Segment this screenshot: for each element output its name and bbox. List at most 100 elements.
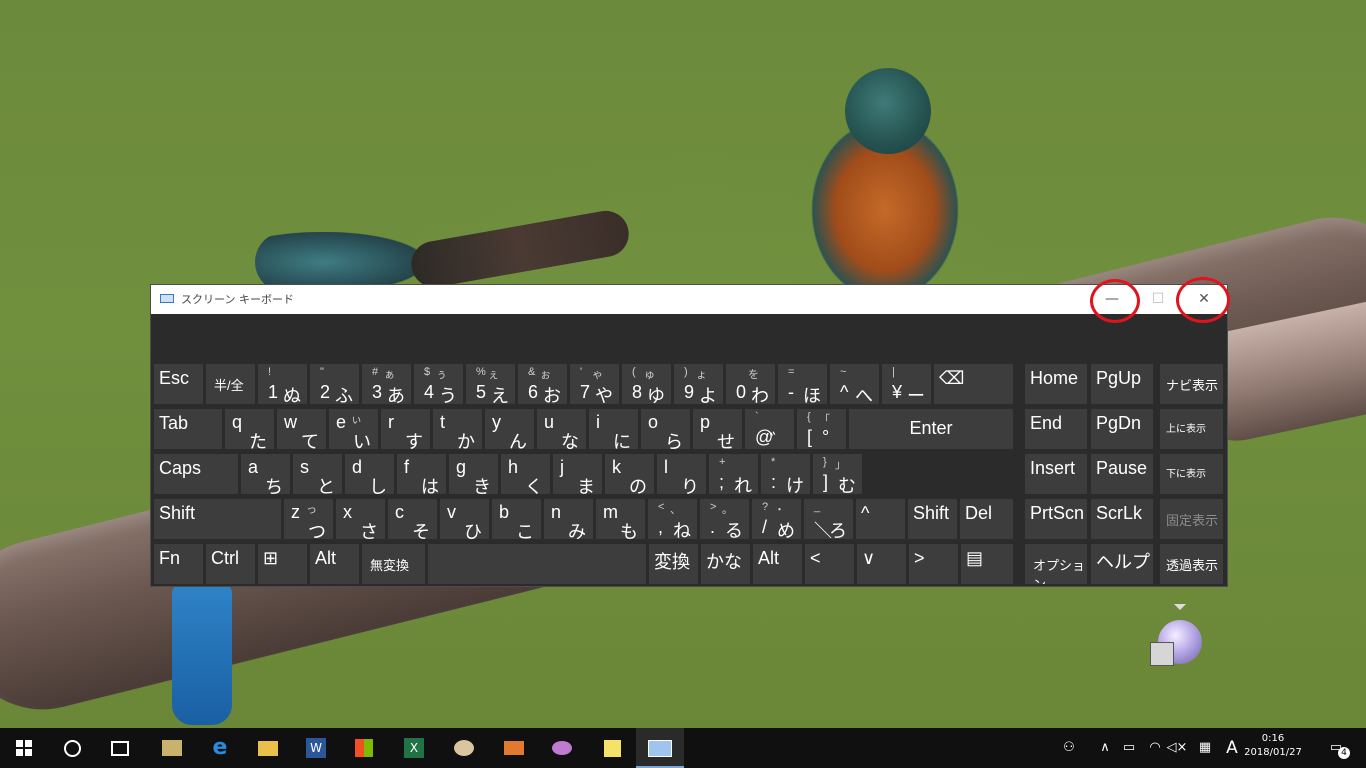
key-r5-6[interactable]: 変換 xyxy=(649,544,698,584)
key-pgup[interactable]: PgUp xyxy=(1091,364,1153,404)
key-r5-7[interactable]: かな xyxy=(701,544,750,584)
key-r2-13[interactable]: Enter xyxy=(849,409,1013,449)
volume-button[interactable]: ◁× xyxy=(1166,728,1188,768)
key-fix-display[interactable]: 固定表示 xyxy=(1160,499,1223,539)
key-r4-5[interactable]: bこ xyxy=(492,499,541,539)
taskbar-app-store[interactable] xyxy=(340,728,388,768)
key-r2-6[interactable]: yん xyxy=(485,409,534,449)
key-r3-10[interactable]: +; れ xyxy=(709,454,758,494)
key-down-display[interactable]: 下に表示 xyxy=(1160,454,1223,494)
key-r1-13[interactable]: ~ ^ へ xyxy=(830,364,879,404)
key-r5-3[interactable]: Alt xyxy=(310,544,359,584)
key-r1-0[interactable]: Esc xyxy=(154,364,203,404)
key-insert[interactable]: Insert xyxy=(1025,454,1087,494)
show-hidden-icons-button[interactable]: ∧ xyxy=(1096,728,1114,768)
key-r4-9[interactable]: > 。. る xyxy=(700,499,749,539)
start-button[interactable] xyxy=(0,728,48,768)
people-button[interactable]: ⚇ xyxy=(1058,728,1080,768)
key-r4-12[interactable]: ^ xyxy=(856,499,905,539)
key-r1-12[interactable]: = - ほ xyxy=(778,364,827,404)
key-r1-3[interactable]: " 2 ふ xyxy=(310,364,359,404)
key-r3-11[interactable]: *: け xyxy=(761,454,810,494)
taskbar-app-excel[interactable]: X xyxy=(390,728,438,768)
key-r2-10[interactable]: pせ xyxy=(693,409,742,449)
key-scrlk[interactable]: ScrLk xyxy=(1091,499,1153,539)
key-r3-12[interactable]: } 」] む xyxy=(813,454,862,494)
key-nav-display[interactable]: ナビ表示 xyxy=(1160,364,1223,404)
key-r4-13[interactable]: Shift xyxy=(908,499,957,539)
network-button[interactable]: ◠ xyxy=(1144,728,1166,768)
cortana-button[interactable] xyxy=(48,728,96,768)
key-up-display[interactable]: 上に表示 xyxy=(1160,409,1223,449)
key-prtscn[interactable]: PrtScn xyxy=(1025,499,1087,539)
key-r4-6[interactable]: nみ xyxy=(544,499,593,539)
clock[interactable]: 0:16 2018/01/27 xyxy=(1238,732,1308,760)
key-r1-8[interactable]: ' ゃ 7 や xyxy=(570,364,619,404)
key-r4-10[interactable]: ? ・ / め xyxy=(752,499,801,539)
key-pause[interactable]: Pause xyxy=(1091,454,1153,494)
key-r2-4[interactable]: rす xyxy=(381,409,430,449)
key-r1-9[interactable]: (ゅ 8 ゆ xyxy=(622,364,671,404)
key-options[interactable]: オプション xyxy=(1025,544,1087,584)
key-r1-11[interactable]: を0わ xyxy=(726,364,775,404)
floating-widget[interactable] xyxy=(1150,604,1206,668)
taskbar-app-explorer-photos[interactable] xyxy=(148,728,196,768)
key-r1-14[interactable]: | ¥ ー xyxy=(882,364,931,404)
key-r3-2[interactable]: sと xyxy=(293,454,342,494)
key-r1-6[interactable]: % ぇ 5 え xyxy=(466,364,515,404)
key-r3-9[interactable]: lり xyxy=(657,454,706,494)
key-transparent-display[interactable]: 透過表示 xyxy=(1160,544,1223,584)
key-r5-9[interactable]: < xyxy=(805,544,854,584)
maximize-button[interactable]: ☐ xyxy=(1135,285,1181,314)
key-r2-0[interactable]: Tab xyxy=(154,409,222,449)
key-r4-14[interactable]: Del xyxy=(960,499,1013,539)
key-r3-8[interactable]: kの xyxy=(605,454,654,494)
key-r3-7[interactable]: jま xyxy=(553,454,602,494)
key-home[interactable]: Home xyxy=(1025,364,1087,404)
key-r2-12[interactable]: {「 [° xyxy=(797,409,846,449)
key-r5-0[interactable]: Fn xyxy=(154,544,203,584)
key-pgdn[interactable]: PgDn xyxy=(1091,409,1153,449)
key-end[interactable]: End xyxy=(1025,409,1087,449)
taskbar-app-toolbox[interactable] xyxy=(490,728,538,768)
key-r1-10[interactable]: ) ょ 9 よ xyxy=(674,364,723,404)
key-r5-11[interactable]: > xyxy=(909,544,958,584)
action-center-button[interactable]: ▭ 4 xyxy=(1318,728,1354,768)
key-r4-1[interactable]: zっつ xyxy=(284,499,333,539)
key-r4-3[interactable]: cそ xyxy=(388,499,437,539)
key-r2-5[interactable]: tか xyxy=(433,409,482,449)
key-r4-7[interactable]: mも xyxy=(596,499,645,539)
key-r4-8[interactable]: < 、, ね xyxy=(648,499,697,539)
key-r5-1[interactable]: Ctrl xyxy=(206,544,255,584)
key-r2-8[interactable]: iに xyxy=(589,409,638,449)
key-r1-5[interactable]: $ ぅ 4 う xyxy=(414,364,463,404)
window-titlebar[interactable]: スクリーン キーボード — ☐ ✕ xyxy=(151,285,1227,314)
key-r2-11[interactable]: ` @ ゛ xyxy=(745,409,794,449)
key-r3-5[interactable]: gき xyxy=(449,454,498,494)
key-r5-10[interactable]: ∨ xyxy=(857,544,906,584)
key-r4-0[interactable]: Shift xyxy=(154,499,281,539)
key-help[interactable]: ヘルプ xyxy=(1091,544,1153,584)
key-r3-0[interactable]: Caps xyxy=(154,454,238,494)
key-r1-7[interactable]: & ぉ 6 お xyxy=(518,364,567,404)
key-r2-3[interactable]: eぃい xyxy=(329,409,378,449)
key-r5-2[interactable]: ⊞ xyxy=(258,544,307,584)
taskbar-app-on-screen-keyboard[interactable] xyxy=(636,728,684,768)
touch-keyboard-button[interactable]: ▦ xyxy=(1192,728,1218,768)
taskbar-app-paint-brush[interactable] xyxy=(538,728,586,768)
key-r1-15[interactable]: ⌫ xyxy=(934,364,1013,404)
key-r2-7[interactable]: uな xyxy=(537,409,586,449)
taskbar-app-edge[interactable]: e xyxy=(196,728,244,768)
key-r5-12[interactable]: ▤ xyxy=(961,544,1013,584)
battery-button[interactable]: ▭ xyxy=(1118,728,1140,768)
key-r4-2[interactable]: xさ xyxy=(336,499,385,539)
minimize-button[interactable]: — xyxy=(1089,285,1135,314)
taskbar-app-paint[interactable] xyxy=(440,728,488,768)
task-view-button[interactable] xyxy=(96,728,144,768)
key-r3-4[interactable]: fは xyxy=(397,454,446,494)
key-r2-9[interactable]: oら xyxy=(641,409,690,449)
key-r2-2[interactable]: wて xyxy=(277,409,326,449)
close-button[interactable]: ✕ xyxy=(1181,285,1227,314)
key-r1-2[interactable]: ! 1 ぬ xyxy=(258,364,307,404)
key-r5-5[interactable] xyxy=(428,544,646,584)
